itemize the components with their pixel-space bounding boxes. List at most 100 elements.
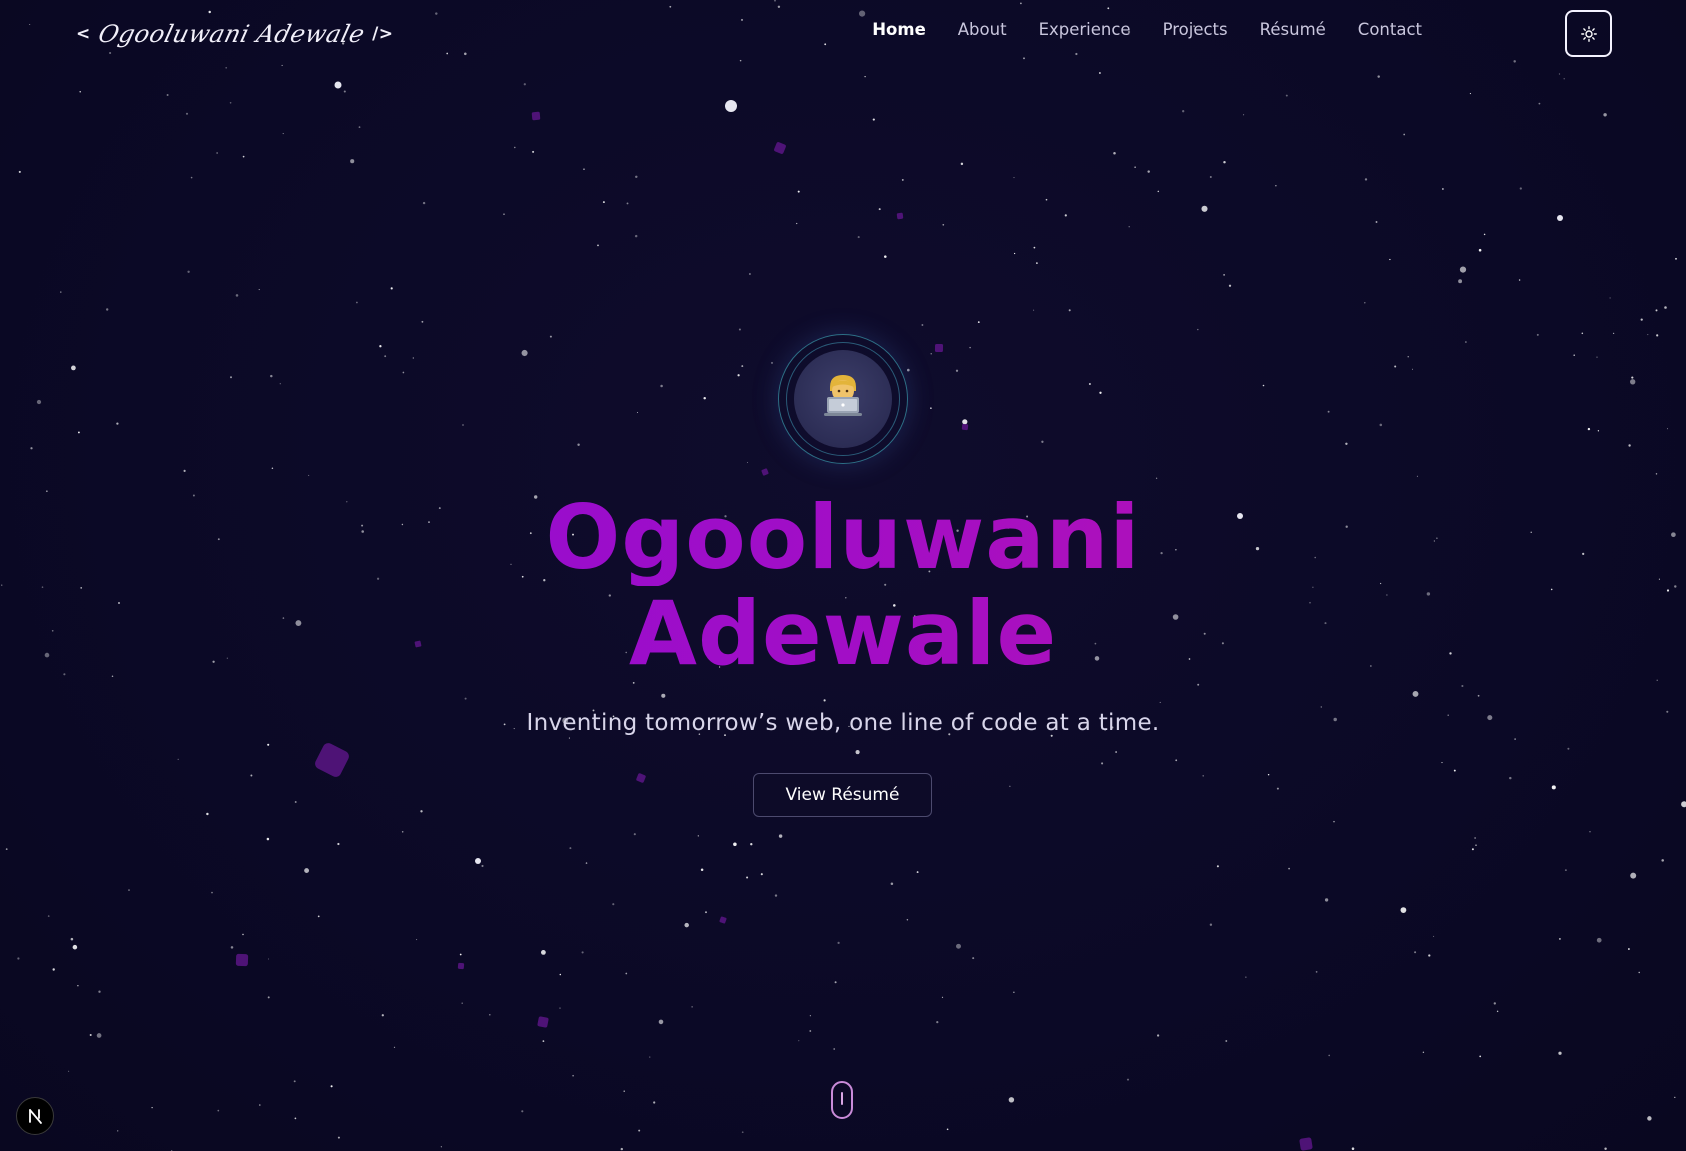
star	[1223, 160, 1226, 164]
floating-particle	[235, 953, 249, 967]
nav-link-experience[interactable]: Experience	[1039, 20, 1131, 39]
star	[597, 244, 599, 247]
star	[890, 882, 894, 886]
star	[1407, 356, 1409, 358]
star	[625, 972, 628, 975]
star	[1209, 176, 1212, 178]
star	[71, 365, 76, 371]
mouse-scroll-icon[interactable]	[831, 1081, 853, 1119]
nextjs-dev-badge[interactable]	[16, 1097, 54, 1135]
nav-link-resume[interactable]: Résumé	[1260, 20, 1326, 39]
star	[1379, 423, 1383, 427]
star	[737, 374, 740, 377]
floating-particle	[457, 962, 465, 970]
star	[422, 201, 426, 205]
star	[1597, 430, 1600, 432]
star	[1403, 133, 1406, 136]
star	[217, 1109, 220, 1112]
star	[960, 162, 964, 166]
star	[770, 361, 774, 364]
star	[77, 984, 79, 987]
star	[760, 873, 763, 876]
star	[36, 399, 42, 405]
star	[1324, 898, 1329, 902]
star	[393, 1046, 396, 1048]
star	[684, 922, 689, 928]
star	[1604, 1147, 1607, 1151]
star	[379, 345, 382, 348]
star	[741, 365, 744, 368]
star	[1209, 923, 1213, 926]
star	[1433, 935, 1435, 937]
star	[837, 941, 840, 945]
star	[343, 90, 346, 93]
star	[1478, 248, 1482, 252]
star	[569, 847, 572, 850]
star	[1197, 328, 1199, 331]
star	[381, 1014, 384, 1017]
star	[187, 270, 190, 273]
star	[834, 981, 837, 984]
star	[1551, 785, 1556, 790]
star	[229, 101, 232, 104]
star	[1638, 971, 1640, 974]
star	[489, 1013, 491, 1016]
star	[242, 155, 245, 158]
star	[1675, 257, 1677, 260]
star	[1567, 747, 1570, 750]
star	[1275, 185, 1277, 187]
star	[1573, 354, 1575, 356]
floating-particle	[531, 111, 541, 121]
star	[878, 208, 881, 211]
star	[635, 175, 638, 179]
star	[1647, 334, 1649, 336]
star	[1471, 848, 1474, 851]
star	[1064, 214, 1067, 217]
star	[401, 831, 404, 833]
nav-link-projects[interactable]: Projects	[1163, 20, 1228, 39]
star	[77, 431, 80, 434]
star	[1411, 368, 1414, 370]
site-logo[interactable]: < Ogooluwani Adewale />	[76, 16, 394, 52]
star	[1661, 859, 1664, 862]
star	[267, 958, 270, 960]
star	[620, 1147, 623, 1151]
star	[1201, 205, 1208, 212]
star	[653, 1101, 656, 1104]
star	[1013, 991, 1015, 993]
nav-link-contact[interactable]: Contact	[1358, 20, 1422, 39]
star	[705, 911, 707, 914]
star	[703, 396, 706, 400]
star	[337, 1136, 340, 1139]
theme-toggle-button[interactable]	[1565, 10, 1612, 57]
star	[412, 357, 414, 359]
star	[1422, 1051, 1425, 1053]
star	[337, 842, 340, 846]
star	[1157, 190, 1160, 193]
star	[1156, 1034, 1160, 1037]
nav-link-about[interactable]: About	[958, 20, 1007, 39]
star	[1013, 177, 1015, 179]
star	[317, 915, 320, 918]
star	[774, 894, 778, 897]
star	[649, 1056, 651, 1058]
star	[1364, 178, 1368, 181]
star	[1612, 332, 1615, 335]
star	[1428, 954, 1431, 957]
star	[540, 949, 546, 955]
star	[52, 968, 55, 971]
star	[1666, 428, 1669, 430]
star	[1394, 365, 1397, 368]
star	[700, 868, 704, 871]
star	[1315, 971, 1318, 973]
view-resume-button[interactable]: View Résumé	[753, 773, 932, 817]
star	[823, 699, 826, 702]
star	[1175, 759, 1178, 762]
star	[1045, 198, 1048, 201]
star	[266, 837, 270, 841]
star	[577, 443, 580, 447]
nav-link-home[interactable]: Home	[872, 20, 926, 39]
star	[308, 474, 310, 476]
star	[1262, 384, 1265, 387]
star	[697, 835, 699, 837]
